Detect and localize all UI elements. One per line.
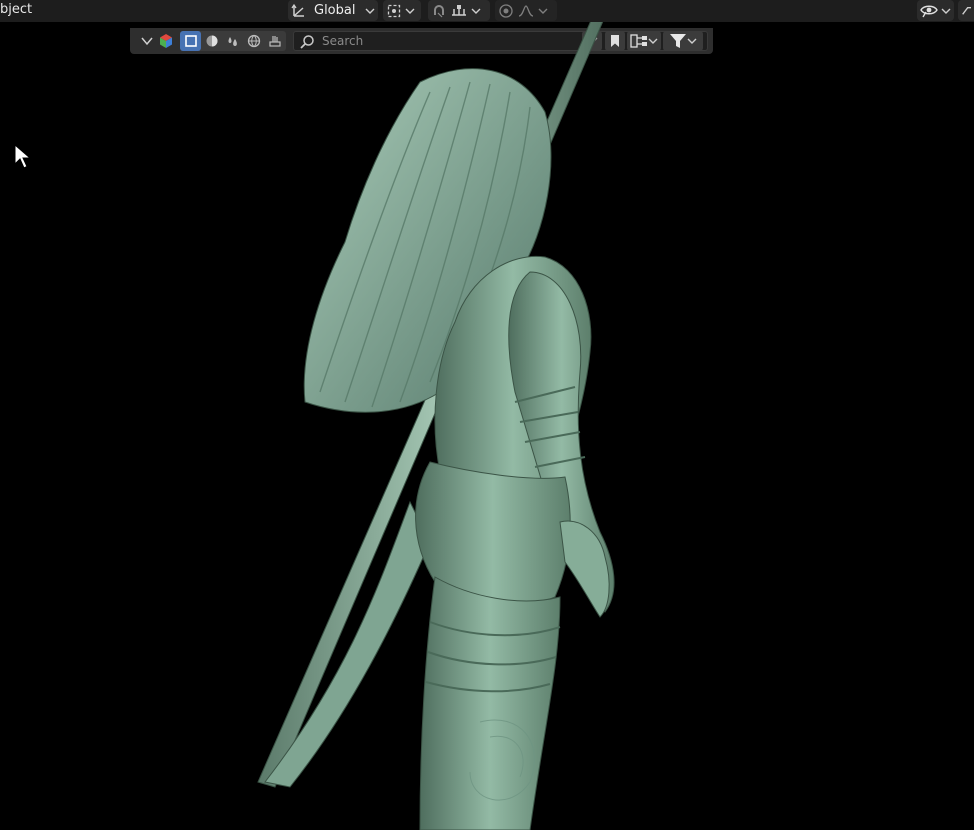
visibility-eye-icon bbox=[920, 5, 938, 17]
pivot-point-dropdown[interactable] bbox=[383, 0, 421, 21]
overlay-toggle-button[interactable] bbox=[958, 0, 974, 21]
snap-icon[interactable] bbox=[431, 3, 447, 19]
snap-controls[interactable] bbox=[428, 0, 490, 21]
chevron-down-icon bbox=[471, 8, 481, 14]
orientation-label: Global bbox=[314, 3, 356, 18]
falloff-curve-icon[interactable] bbox=[517, 3, 535, 19]
proportional-edit-icon[interactable] bbox=[498, 3, 514, 19]
transform-orientation-dropdown[interactable]: Global bbox=[288, 0, 378, 21]
chevron-down-icon bbox=[405, 8, 415, 14]
mouse-cursor-icon bbox=[14, 144, 32, 169]
chevron-down-icon bbox=[941, 8, 951, 14]
orientation-gizmo-icon bbox=[291, 3, 304, 17]
chevron-down-icon bbox=[538, 8, 548, 14]
chevron-down-icon bbox=[365, 8, 375, 14]
3d-viewport[interactable] bbox=[0, 0, 974, 830]
proportional-editing-controls[interactable] bbox=[495, 0, 557, 21]
selectability-visibility-dropdown[interactable] bbox=[917, 0, 954, 21]
viewport-header: bject Global bbox=[0, 0, 974, 22]
pivot-point-icon bbox=[387, 4, 401, 17]
overlay-icon bbox=[962, 6, 971, 15]
interaction-mode-label[interactable]: bject bbox=[0, 1, 32, 19]
snap-increment-icon[interactable] bbox=[450, 3, 468, 19]
sculpt-model bbox=[257, 0, 615, 830]
